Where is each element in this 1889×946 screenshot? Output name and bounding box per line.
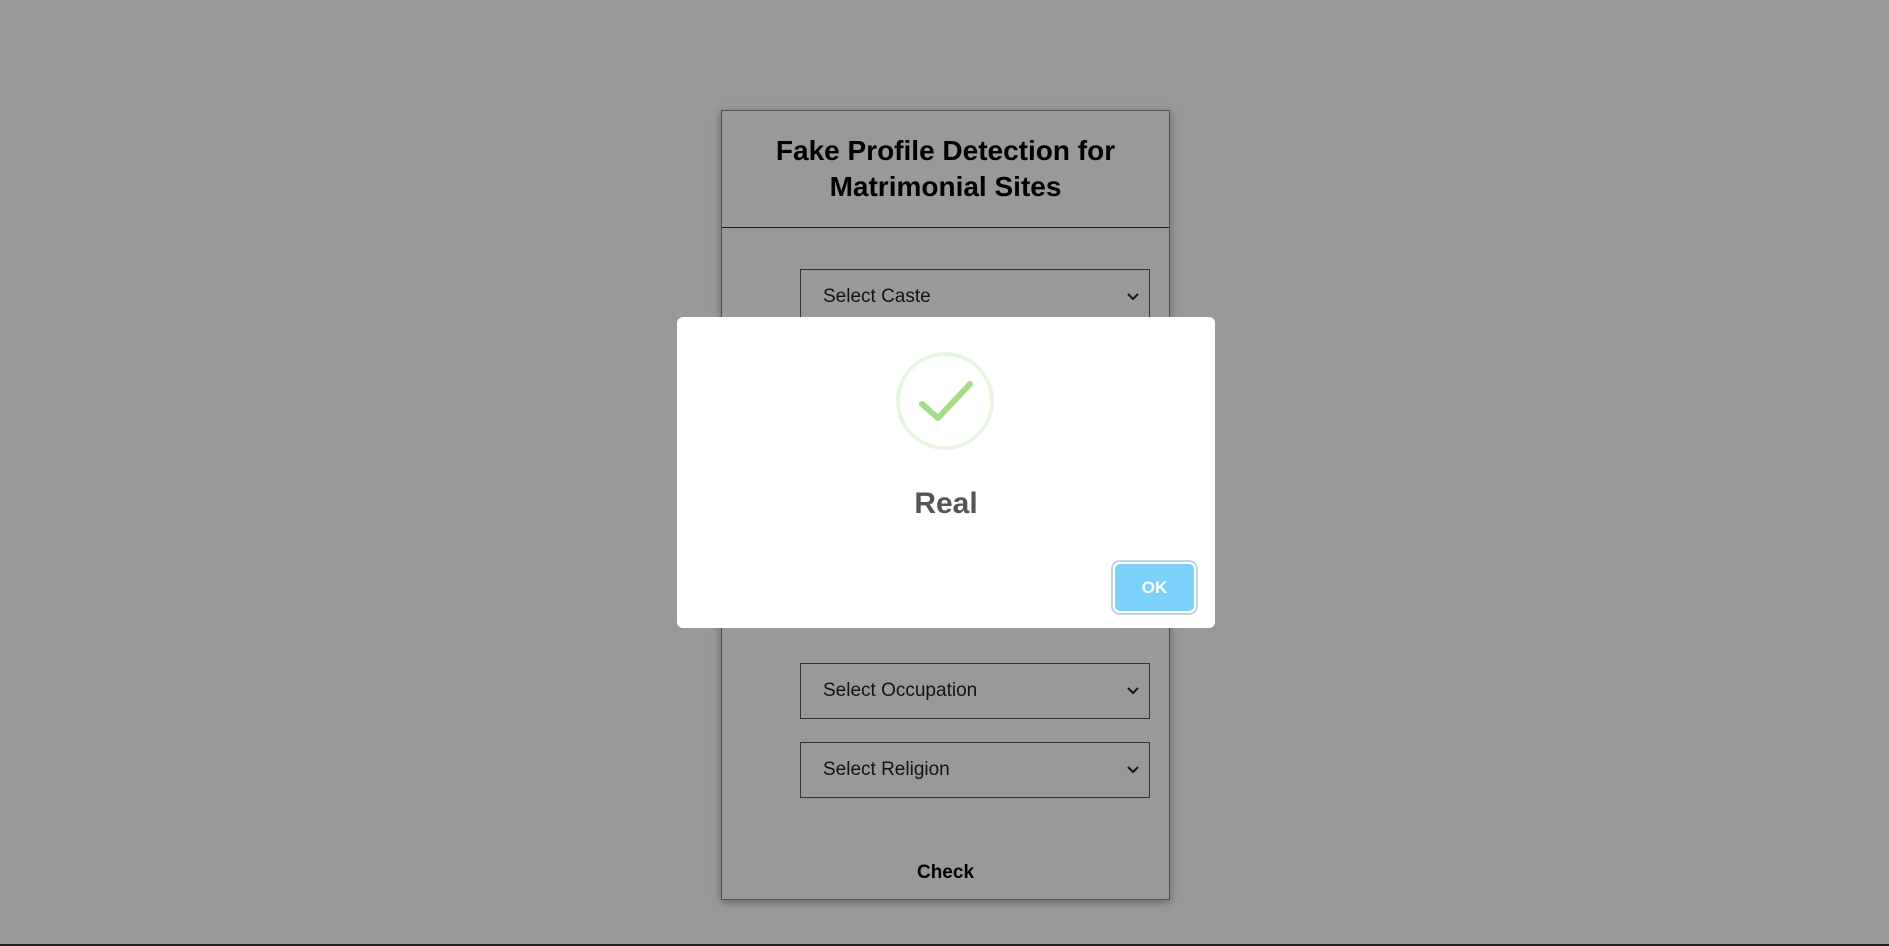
ok-button[interactable]: OK [1115, 564, 1194, 611]
page: Fake Profile Detection for Matrimonial S… [0, 0, 1889, 946]
result-dialog: Real OK [677, 317, 1215, 628]
success-check-icon [896, 352, 994, 450]
result-title: Real [914, 487, 978, 520]
